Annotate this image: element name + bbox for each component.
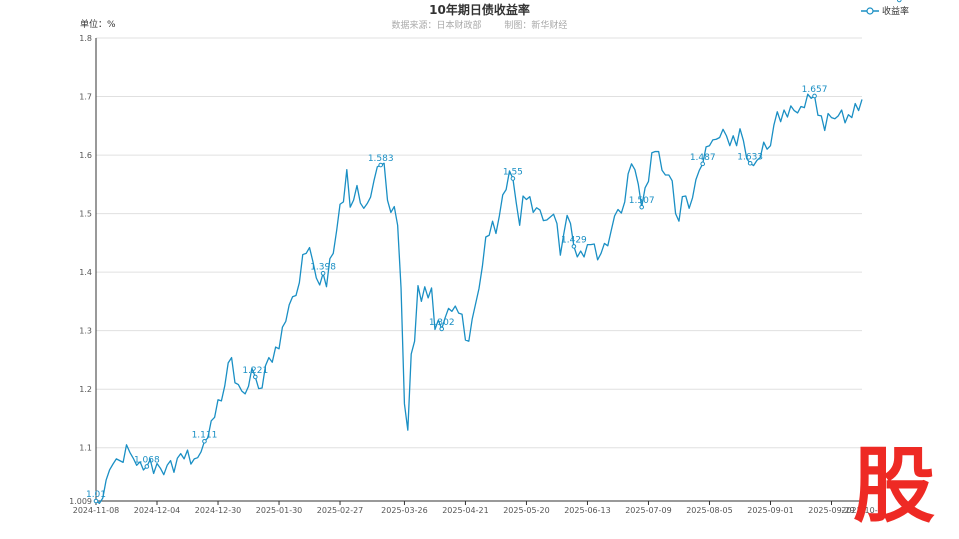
y-tick-label: 1.2 [79,385,92,394]
x-tick-label: 2025-04-21 [442,506,489,515]
y-tick-label: 1.6 [79,151,92,160]
x-tick-label: 2025-05-20 [503,506,550,515]
data-label: 1.221 [242,366,268,376]
x-tick-label: 2024-12-30 [195,506,242,515]
x-tick-label: 2025-02-27 [317,506,364,515]
y-tick-label: 1.8 [79,34,92,43]
y-tick-label: 1.5 [79,210,92,219]
data-label: 1.01 [86,490,106,500]
line-chart: 1.0091.11.21.31.41.51.61.71.82024-11-08 2… [69,0,912,515]
x-tick-label: 2024-11-08 [73,506,120,515]
y-tick-label: 1.4 [79,268,92,277]
data-label: 1.429 [561,235,587,245]
data-label: 1.657 [886,0,912,3]
y-tick-label: 1.7 [79,93,92,102]
data-label: 1.398 [310,262,336,272]
x-tick-label: 2025-07-09 [625,506,672,515]
data-label: 1.111 [192,430,218,440]
svg-text:股: 股 [853,440,935,524]
y-tick-label: 1.1 [79,444,92,453]
data-label: 1.657 [802,85,828,95]
data-label: 1.583 [368,154,394,164]
axis-layer: 1.0091.11.21.31.41.51.61.71.82024-11-08 2… [69,34,883,515]
x-tick-label: 2025-06-13 [564,506,611,515]
y-tick-label: 1.3 [79,327,92,336]
data-label: 1.302 [429,318,455,328]
x-tick-label: 2025-08-05 [686,506,733,515]
data-label: 1.633 [737,152,763,162]
data-label: 1.487 [690,153,716,163]
stock-watermark-logo: 股 [853,440,935,524]
x-tick-label: 2025-09-01 [747,506,794,515]
x-tick-label: 2025-03-26 [381,506,428,515]
x-tick-label: 2025-01-30 [256,506,303,515]
data-label: 1.068 [134,455,160,465]
x-tick-label: 2024-12-04 [134,506,181,515]
data-label: 1.55 [503,167,523,177]
data-label: 1.507 [629,196,655,206]
